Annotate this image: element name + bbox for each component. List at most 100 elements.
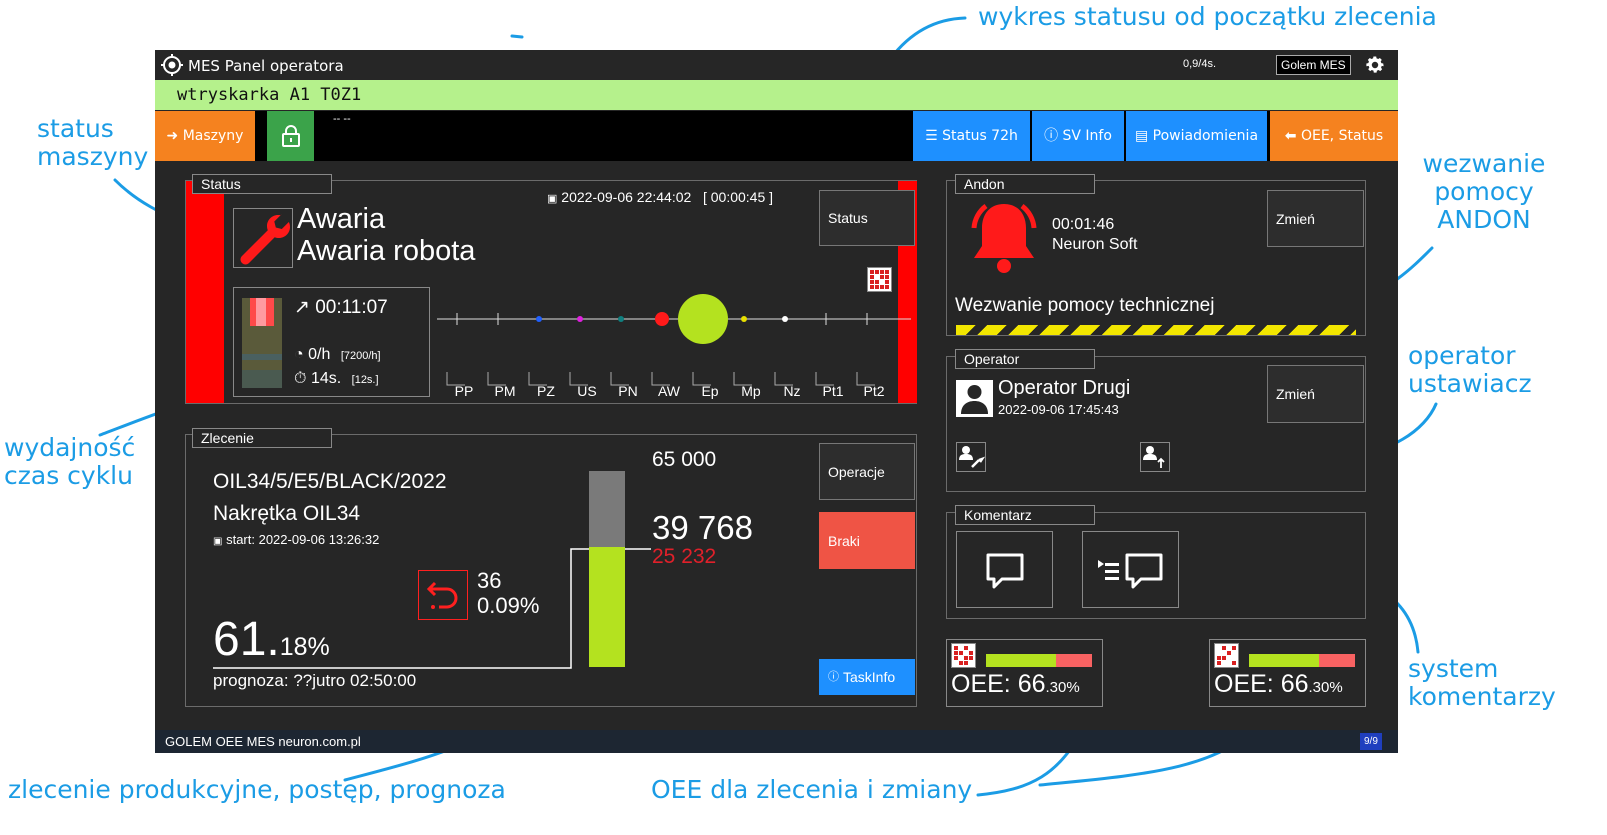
oee-frac: .30% (1308, 679, 1343, 696)
title-bar: MES Panel operatora 0,9/4s. Golem MES (155, 50, 1398, 80)
scrap-button[interactable]: Braki (819, 512, 915, 569)
user-icon (961, 385, 988, 414)
order-target: 65 000 (652, 448, 717, 471)
timeline-dot (741, 316, 747, 322)
duration-row: ↗ 00:11:07 (294, 296, 388, 319)
lock-button[interactable] (267, 111, 314, 161)
bars-icon: ☰ (925, 128, 938, 144)
cycle-time: 14s. (310, 370, 342, 387)
app-title: MES Panel operatora (188, 57, 344, 75)
notifications-button[interactable]: ▤ Powiadomienia (1126, 111, 1267, 161)
status-code-label: PM (495, 383, 516, 399)
andon-time: 00:01:46 (1052, 216, 1115, 233)
order-progress-fill (589, 547, 625, 667)
oee-status-button[interactable]: ⬅ OEE, Status (1270, 111, 1398, 161)
timeline-dot (536, 316, 542, 322)
oee-bar-fill (1249, 654, 1319, 667)
status-datetime-value: 2022-09-06 22:44:02 (561, 189, 692, 205)
operations-button[interactable]: Operacje (819, 443, 915, 500)
lock-icon (281, 125, 300, 147)
stray-mark (510, 34, 524, 39)
performance-bar-bottom (242, 370, 282, 388)
oee-value: OEE: 66.30% (1214, 670, 1343, 699)
oee-bar (986, 654, 1092, 667)
machines-button[interactable]: ➜ Maszyny (155, 111, 255, 161)
setter-wrench-button[interactable] (956, 442, 986, 472)
operator-since: 2022-09-06 17:45:43 (998, 402, 1119, 417)
arrow-right-icon: ➜ (166, 128, 179, 144)
andon-hazard-stripe (956, 325, 1356, 335)
status-code-label: PN (618, 383, 637, 399)
andon-change-button[interactable]: Zmień (1267, 190, 1364, 247)
toolbar: ➜ Maszyny -- -- ☰ Status 72h ⓘ SV Info ▤… (155, 111, 1398, 161)
order-remaining: 25 232 (652, 545, 717, 568)
status-elapsed: [ 00:00:45 ] (702, 189, 774, 205)
arrow-left-icon: ⬅ (1284, 128, 1297, 144)
info-icon: ⓘ (1044, 128, 1059, 144)
notifications-label: Powiadomienia (1152, 128, 1259, 144)
oee-int: 66 (1017, 670, 1046, 698)
order-legend: Zlecenie (192, 428, 332, 448)
cycle-row: ⏱ 14s. [12s.] (294, 370, 379, 388)
user-arrows-icon (1143, 446, 1165, 468)
calendar-icon: ▣ (547, 193, 558, 205)
timeline-dot-current (678, 294, 728, 344)
page-indicator[interactable]: 9/9 (1360, 733, 1382, 750)
cycle-time-nominal: [12s.] (351, 374, 379, 386)
sv-info-button[interactable]: ⓘ SV Info (1032, 111, 1124, 161)
status-legend: Status (192, 174, 332, 194)
andon-legend: Andon (955, 174, 1095, 194)
setter-login-button[interactable] (1140, 442, 1170, 472)
status-subtitle: Awaria robota (297, 235, 476, 267)
mes-operator-panel: MES Panel operatora 0,9/4s. Golem MES wt… (155, 50, 1398, 753)
oee-value: OEE: 66.30% (951, 670, 1080, 699)
stopwatch-icon: ⏱ (294, 370, 307, 387)
comment-legend: Komentarz (955, 505, 1095, 525)
status-code-label: PP (455, 383, 474, 399)
rate-row: ◔ 0/h [7200/h] (294, 346, 381, 364)
performance-bar (242, 298, 282, 388)
trend-arrow-icon: ↗ (294, 297, 310, 318)
status-button[interactable]: Status (819, 190, 915, 246)
oee-bar-fill (986, 654, 1056, 667)
info-icon: ⓘ (828, 671, 839, 683)
status-code-label: Pt2 (863, 383, 884, 399)
operator-legend: Operator (955, 349, 1095, 369)
oee-grid-icon (1214, 643, 1239, 668)
list-icon: ▤ (1134, 128, 1149, 144)
status-72h-label: Status 72h (942, 128, 1018, 144)
taskinfo-button[interactable]: ⓘ TaskInfo (819, 659, 915, 695)
status-72h-button[interactable]: ☰ Status 72h (913, 111, 1030, 161)
wrench-icon (240, 214, 290, 265)
timeline-dot (782, 316, 788, 322)
taskinfo-label: TaskInfo (843, 669, 896, 685)
comment-list-icon (1098, 553, 1163, 589)
timeline-dot (577, 316, 583, 322)
status-duration: 00:11:07 (315, 297, 388, 318)
status-datetime: ▣ 2022-09-06 22:44:02 [ 00:00:45 ] (547, 189, 773, 205)
comment-list-button[interactable] (1082, 531, 1179, 608)
bell-icon (971, 203, 1037, 273)
timeline-dot (618, 316, 624, 322)
operator-change-button[interactable]: Zmień (1267, 365, 1364, 423)
status-alarm-bar-left (186, 181, 224, 403)
performance-bar-highlight (256, 298, 266, 326)
order-forecast: prognoza: ??jutro 02:50:00 (213, 671, 417, 690)
andon-message: Wezwanie pomocy technicznej (955, 295, 1215, 316)
wrench-tile (233, 208, 293, 268)
status-code-label: AW (658, 383, 681, 399)
performance-bar-marker (242, 354, 282, 360)
add-comment-button[interactable] (956, 531, 1053, 608)
oee-bar (1249, 654, 1355, 667)
comment-icon (986, 553, 1024, 589)
order-done: 39 768 (652, 509, 753, 546)
status-grid-icon[interactable] (867, 267, 892, 292)
status-timeline: PP PM PZ US PN AW Ep Mp Nz Pt1 Pt2 (437, 294, 911, 399)
oee-label: OEE: (951, 670, 1018, 698)
oee-label: OEE: (1214, 670, 1281, 698)
order-progress-column (589, 471, 625, 667)
refresh-rate: 0,9/4s. (1183, 58, 1217, 70)
machines-button-label: Maszyny (182, 128, 244, 144)
gear-icon[interactable] (1364, 54, 1386, 76)
brand-badge[interactable]: Golem MES (1276, 55, 1351, 75)
